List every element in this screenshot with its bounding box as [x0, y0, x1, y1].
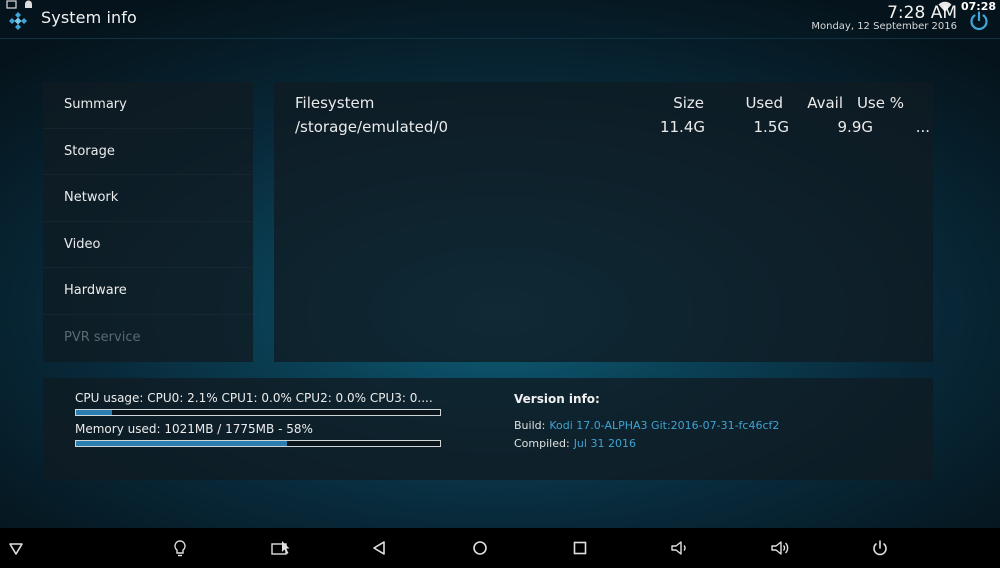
home-icon[interactable] — [469, 537, 491, 559]
cell-size: 11.4G — [659, 118, 705, 136]
cell-filesystem: /storage/emulated/0 — [295, 118, 449, 136]
power-icon[interactable] — [869, 537, 891, 559]
sidebar-item-storage[interactable]: Storage — [43, 129, 253, 176]
sidebar-item-summary[interactable]: Summary — [43, 82, 253, 129]
date: Monday, 12 September 2016 — [811, 21, 957, 32]
build-info: Build: Kodi 17.0-ALPHA3 Git:2016-07-31-fc… — [514, 419, 779, 432]
volume-down-icon[interactable] — [669, 537, 691, 559]
cell-used: 1.5G — [753, 118, 789, 136]
category-sidebar: Summary Storage Network Video Hardware P… — [43, 82, 253, 362]
status-bar-notifications — [6, 0, 34, 10]
cpu-usage-fill — [76, 410, 113, 415]
column-header-avail: Avail — [807, 94, 843, 112]
table-row: /storage/emulated/0 11.4G 1.5G 9.9G ... — [274, 118, 933, 142]
window-title: System info — [41, 8, 137, 27]
hide-nav-icon[interactable] — [5, 537, 27, 559]
column-header-filesystem: Filesystem — [295, 94, 375, 112]
column-header-used: Used — [745, 94, 783, 112]
build-label: Build: — [514, 419, 546, 432]
column-header-use-percent: Use % — [856, 94, 904, 112]
clock: 7:28 AM — [887, 3, 957, 23]
shutdown-icon[interactable] — [968, 10, 990, 32]
back-icon[interactable] — [369, 537, 391, 559]
screenshot-icon[interactable] — [270, 537, 292, 559]
kodi-logo-icon — [9, 12, 27, 30]
compiled-value: Jul 31 2016 — [573, 437, 636, 450]
storage-panel: Filesystem Size Used Avail Use % /storag… — [274, 82, 933, 362]
sidebar-item-network[interactable]: Network — [43, 175, 253, 222]
sidebar-item-pvr-service: PVR service — [64, 329, 141, 345]
cell-use-percent: ... — [915, 118, 930, 136]
memory-usage-label: Memory used: 1021MB / 1775MB - 58% — [75, 422, 313, 436]
compiled-info: Compiled: Jul 31 2016 — [514, 437, 636, 450]
version-info-title: Version info: — [514, 392, 600, 406]
sidebar-item-video[interactable]: Video — [43, 222, 253, 269]
recents-icon[interactable] — [569, 537, 591, 559]
android-icon — [25, 0, 32, 9]
cpu-usage-label: CPU usage: CPU0: 2.1% CPU1: 0.0% CPU2: 0… — [75, 391, 433, 405]
storage-table-header: Filesystem Size Used Avail Use % — [274, 94, 933, 118]
android-nav-bar — [0, 528, 1000, 568]
system-usage-panel: CPU usage: CPU0: 2.1% CPU1: 0.0% CPU2: 0… — [43, 378, 933, 480]
column-header-size: Size — [673, 94, 704, 112]
header-divider — [0, 38, 1000, 39]
compiled-label: Compiled: — [514, 437, 570, 450]
lightbulb-icon[interactable] — [169, 537, 191, 559]
volume-up-icon[interactable] — [769, 537, 791, 559]
cell-avail: 9.9G — [837, 118, 873, 136]
cpu-usage-bar — [75, 409, 441, 416]
build-value: Kodi 17.0-ALPHA3 Git:2016-07-31-fc46cf2 — [549, 419, 780, 432]
memory-usage-fill — [76, 441, 288, 446]
usb-icon — [6, 0, 17, 9]
memory-usage-bar — [75, 440, 441, 447]
sidebar-item-hardware[interactable]: Hardware — [43, 268, 253, 315]
